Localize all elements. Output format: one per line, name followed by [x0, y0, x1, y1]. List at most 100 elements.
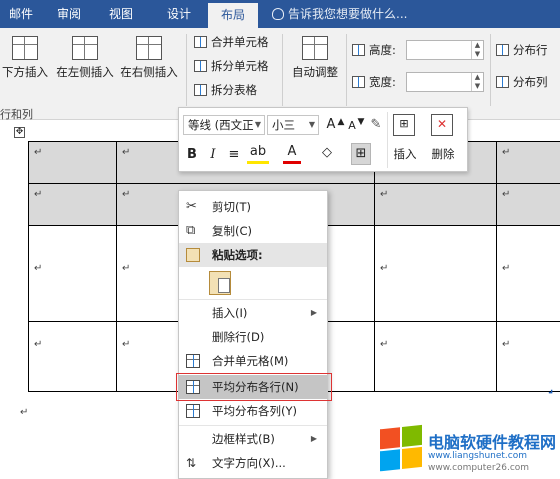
watermark-url-2: www.computer26.com [428, 463, 530, 473]
height-label: 高度: [352, 40, 396, 60]
chevron-down-icon: ▼ [254, 120, 261, 129]
distribute-rows-icon [496, 44, 509, 56]
row-height-input[interactable]: ▲ ▼ [406, 40, 484, 60]
tell-me-search[interactable]: 告诉我您想要做什么... [272, 0, 407, 28]
tab-view[interactable]: 视图 [100, 0, 142, 28]
ribbon-separator [186, 34, 187, 106]
cell-mark: ↵ [122, 263, 131, 274]
spin-arrows-icon[interactable]: ▲ ▼ [471, 41, 483, 59]
tab-review[interactable]: 审阅 [48, 0, 90, 28]
insert-button[interactable]: 插入 [389, 144, 421, 164]
distribute-rows-label: 分布行 [513, 43, 548, 57]
cell-mark: ↵ [34, 147, 43, 158]
watermark-url: www.liangshunet.com [428, 451, 527, 461]
font-name-select[interactable]: 等线 (西文正 ▼ [183, 115, 265, 135]
insert-below-button[interactable]: 下方插入 [0, 36, 52, 80]
paragraph-mark: ↵ [20, 407, 29, 418]
delete-table-icon[interactable]: ✕ [431, 114, 453, 136]
distribute-cols-button[interactable]: 分布列 [496, 72, 548, 92]
cell-mark: ↵ [122, 189, 131, 200]
font-color-button[interactable]: A [283, 143, 301, 164]
watermark: 电脑软硬件教程网 www.liangshunet.com www.compute… [380, 424, 560, 479]
font-size-select[interactable]: 小三 ▼ [267, 115, 319, 135]
highlight-color-icon[interactable]: ab [247, 143, 269, 164]
menu-item-distribute-cols[interactable]: 平均分布各列(Y) [179, 399, 327, 423]
menu-item-insert[interactable]: 插入(I) ▶ [179, 301, 327, 325]
paste-icon [186, 248, 200, 262]
chevron-down-icon: ▼ [308, 120, 315, 129]
delete-button[interactable]: 删除 [427, 144, 459, 164]
font-name-value: 等线 (西文正 [188, 118, 254, 132]
insert-table-icon[interactable]: ⊞ [393, 114, 415, 136]
split-table-label: 拆分表格 [211, 83, 257, 97]
split-cells-button[interactable]: 拆分单元格 [194, 56, 269, 76]
split-table-button[interactable]: 拆分表格 [194, 80, 257, 100]
mini-separator [387, 112, 388, 168]
tab-design[interactable]: 设计 [156, 0, 202, 28]
borders-icon[interactable]: ⊞ [351, 143, 371, 165]
merge-cells-icon [194, 36, 207, 48]
table-move-handle-icon[interactable]: ✥ [14, 127, 25, 138]
paste-keep-format-icon[interactable] [209, 271, 231, 295]
cell-mark: ↵ [34, 189, 43, 200]
cell-mark: ↵ [122, 339, 131, 350]
distribute-cols-icon [186, 404, 200, 418]
ribbon-tab-bar: 邮件 审阅 视图 设计 布局 告诉我您想要做什么... [0, 0, 560, 31]
cell-mark: ↵ [34, 339, 43, 350]
menu-item-insert-label: 插入(I) [212, 306, 248, 320]
cell-mark: ↵ [380, 189, 389, 200]
merge-cells-button[interactable]: 合并单元格 [194, 32, 269, 52]
ribbon-separator [346, 34, 347, 106]
menu-item-borders[interactable]: 边框样式(B) ▶ [179, 427, 327, 451]
distribute-rows-button[interactable]: 分布行 [496, 40, 548, 60]
align-center-icon[interactable]: ≡ [225, 145, 243, 165]
ribbon-separator [490, 34, 491, 106]
tell-me-text: 告诉我您想要做什么... [288, 7, 408, 21]
table-border [28, 183, 560, 184]
table-border [496, 141, 497, 391]
insert-right-button[interactable]: 在右侧插入 [118, 36, 180, 80]
menu-separator [179, 299, 327, 300]
split-cells-icon [194, 60, 207, 72]
menu-item-text-direction-label: 文字方向(X)... [212, 456, 286, 470]
insert-left-icon [72, 36, 98, 60]
table-border [116, 141, 117, 391]
menu-item-delete-row[interactable]: 删除行(D) [179, 325, 327, 349]
menu-item-copy[interactable]: ⧉ 复制(C) [179, 219, 327, 243]
insert-right-label: 在右侧插入 [120, 65, 178, 79]
format-painter-icon[interactable]: ✎ [367, 115, 385, 135]
submenu-arrow-icon: ▶ [310, 308, 317, 317]
autofit-button[interactable]: 自动调整 [286, 36, 344, 80]
menu-item-borders-label: 边框样式(B) [212, 432, 275, 446]
font-size-value: 小三 [272, 118, 295, 132]
lightbulb-icon [272, 8, 284, 20]
autofit-icon [302, 36, 328, 60]
tab-mailings[interactable]: 邮件 [0, 0, 42, 28]
context-menu: ✂ 剪切(T) ⧉ 复制(C) 粘贴选项: 插入(I) ▶ 删除行(D) 合并单… [178, 190, 328, 479]
bold-button[interactable]: B [183, 145, 201, 165]
table-resize-handle-icon[interactable]: ⌟ [548, 382, 553, 395]
col-width-input[interactable]: ▲ ▼ [406, 72, 484, 92]
menu-item-cut[interactable]: ✂ 剪切(T) [179, 195, 327, 219]
tab-layout[interactable]: 布局 [208, 3, 258, 31]
cell-mark: ↵ [380, 263, 389, 274]
menu-item-paste-options: 粘贴选项: [179, 243, 327, 267]
cell-mark: ↵ [502, 263, 511, 274]
menu-separator [179, 425, 327, 426]
rows-columns-group-label: 行和列 [0, 108, 33, 121]
menu-item-text-direction[interactable]: ⇅ 文字方向(X)... [179, 451, 327, 475]
width-label: 宽度: [352, 72, 396, 92]
menu-item-copy-label: 复制(C) [212, 224, 253, 238]
cell-mark: ↵ [122, 147, 131, 158]
insert-left-button[interactable]: 在左侧插入 [54, 36, 116, 80]
cell-mark: ↵ [380, 339, 389, 350]
spin-arrows-icon[interactable]: ▲ ▼ [471, 73, 483, 91]
italic-button[interactable]: I [205, 145, 221, 165]
highlight-frame [176, 373, 332, 401]
paste-options-label: 粘贴选项: [212, 248, 263, 262]
shading-icon[interactable]: ◇ [317, 143, 337, 163]
split-table-icon [194, 84, 207, 96]
cell-mark: ↵ [502, 147, 511, 158]
menu-item-merge-cells[interactable]: 合并单元格(M) [179, 349, 327, 373]
cell-mark: ↵ [34, 263, 43, 274]
